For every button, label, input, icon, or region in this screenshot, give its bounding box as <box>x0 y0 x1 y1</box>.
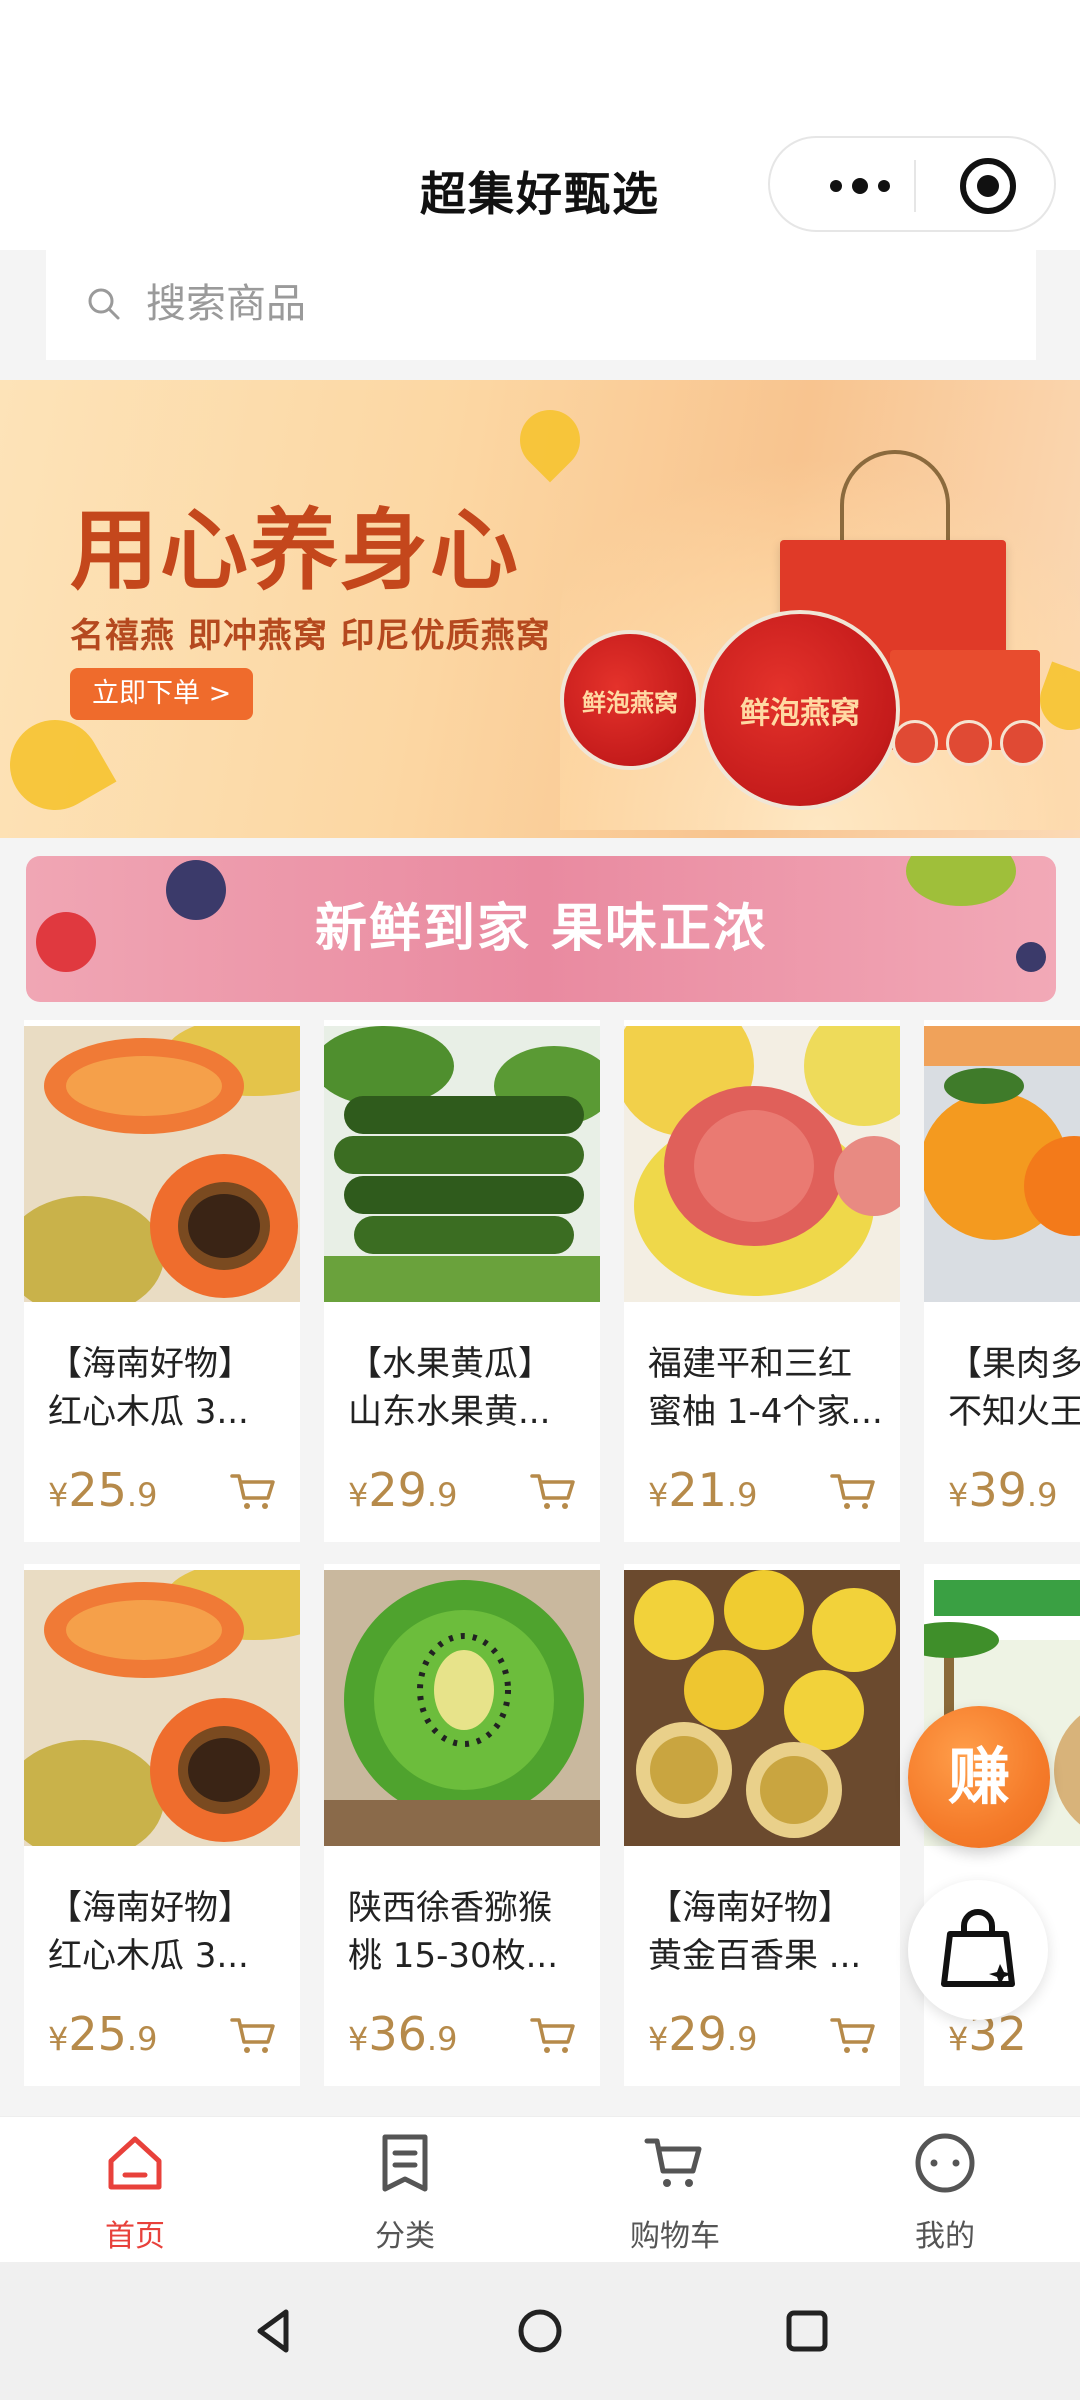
product-card[interactable]: 【海南好物】 红心木瓜 3... ¥25.9 <box>24 1564 300 2086</box>
mini-jar <box>946 720 992 766</box>
list-icon <box>382 2134 428 2192</box>
add-to-cart-icon[interactable] <box>830 1472 878 1512</box>
product-price: ¥36.9 <box>348 2007 458 2061</box>
add-to-cart-icon[interactable] <box>230 1472 278 1512</box>
bird-nest-jar-large: 鲜泡燕窝 <box>700 610 900 810</box>
tab-category[interactable]: 分类 <box>270 2117 540 2263</box>
product-name: 【海南好物】 黄金百香果 ... <box>648 1888 862 1976</box>
fruit-promo-strip[interactable]: 新鲜到家 果味正浓 <box>26 856 1056 1002</box>
order-now-button[interactable]: 立即下单 > <box>70 668 254 720</box>
product-card[interactable]: 【果肉多 不知火王 ¥39.9 <box>924 1020 1080 1542</box>
product-card[interactable]: 【海南好物】 黄金百香果 ... ¥29.9 <box>624 1564 900 2086</box>
system-nav-bar <box>0 2262 1080 2400</box>
banner-subline: 名禧燕 即冲燕窝 印尼优质燕窝 <box>70 616 551 656</box>
product-price: ¥21.9 <box>648 1463 758 1517</box>
earn-floating-button[interactable]: 赚 <box>908 1706 1050 1848</box>
tab-home[interactable]: 首页 <box>0 2117 270 2263</box>
mini-program-header: 超集好甄选 <box>0 0 1080 250</box>
product-name: 【海南好物】 红心木瓜 3... <box>48 1888 252 1976</box>
add-to-cart-icon[interactable] <box>230 2016 278 2056</box>
shopping-bag-icon <box>941 1909 1015 1987</box>
pomelo-image <box>624 1026 900 1302</box>
banner-headline: 用心养身心 <box>70 499 521 602</box>
add-to-cart-icon[interactable] <box>530 2016 578 2056</box>
product-name: 【水果黄瓜】 山东水果黄... <box>348 1344 552 1432</box>
shopping-bag-floating-button[interactable] <box>908 1880 1048 2020</box>
home-icon <box>108 2136 162 2190</box>
tab-label: 我的 <box>915 2219 975 2254</box>
product-name: 【海南好物】 红心木瓜 3... <box>48 1344 252 1432</box>
product-price: ¥39.9 <box>948 1463 1058 1517</box>
search-input[interactable]: 搜索商品 <box>46 250 1036 360</box>
product-price: ¥29.9 <box>348 1463 458 1517</box>
tab-cart[interactable]: 购物车 <box>540 2117 810 2263</box>
add-to-cart-icon[interactable] <box>830 2016 878 2056</box>
passion-fruit-image <box>624 1570 900 1846</box>
mini-jar <box>892 720 938 766</box>
promo-text: 新鲜到家 果味正浓 <box>314 899 768 959</box>
mini-jar <box>1000 720 1046 766</box>
product-name: 【果肉多 不知火王 <box>948 1344 1080 1432</box>
back-triangle-icon[interactable] <box>238 2296 308 2366</box>
papaya-image <box>24 1026 300 1302</box>
recents-square-icon[interactable] <box>772 2296 842 2366</box>
product-price: ¥29.9 <box>648 2007 758 2061</box>
capsule-divider <box>914 160 916 212</box>
ginkgo-leaf-decor <box>507 397 593 483</box>
product-card[interactable]: 陕西徐香猕猴桃 15-30枚... ¥36.9 <box>324 1564 600 2086</box>
tab-profile[interactable]: 我的 <box>810 2117 1080 2263</box>
product-card[interactable]: 【海南好物】 红心木瓜 3... ¥25.9 <box>24 1020 300 1542</box>
cucumber-image <box>324 1026 600 1302</box>
product-card[interactable]: 福建平和三红 蜜柚 1-4个家... ¥21.9 <box>624 1020 900 1542</box>
promo-banner[interactable]: 用心养身心 名禧燕 即冲燕窝 印尼优质燕窝 立即下单 > 鲜泡燕窝 鲜泡燕窝 <box>0 380 1080 838</box>
bird-nest-jar-small: 鲜泡燕窝 <box>560 630 700 770</box>
add-to-cart-icon[interactable] <box>530 1472 578 1512</box>
orange-image <box>924 1026 1080 1302</box>
kiwi-image <box>324 1570 600 1846</box>
product-name: 福建平和三红 蜜柚 1-4个家... <box>648 1344 883 1432</box>
tab-label: 分类 <box>375 2219 435 2254</box>
papaya-image <box>24 1570 300 1846</box>
profile-icon <box>915 2133 975 2193</box>
more-dots-icon[interactable] <box>810 138 910 234</box>
ginkgo-leaf-decor <box>0 703 117 827</box>
product-price: ¥25.9 <box>48 2007 158 2061</box>
search-icon <box>88 288 120 320</box>
cart-icon <box>644 2138 702 2187</box>
product-card[interactable]: 【水果黄瓜】 山东水果黄... ¥29.9 <box>324 1020 600 1542</box>
bottom-tab-bar: 首页 分类 购物车 我的 <box>0 2116 1080 2262</box>
search-placeholder: 搜索商品 <box>146 281 306 327</box>
target-icon[interactable] <box>960 158 1016 214</box>
capsule-menu <box>768 136 1056 232</box>
tab-label: 首页 <box>105 2219 165 2254</box>
product-price: ¥25.9 <box>48 1463 158 1517</box>
home-circle-icon[interactable] <box>505 2296 575 2366</box>
tab-label: 购物车 <box>630 2219 720 2254</box>
product-name: 陕西徐香猕猴桃 15-30枚... <box>348 1888 559 1976</box>
